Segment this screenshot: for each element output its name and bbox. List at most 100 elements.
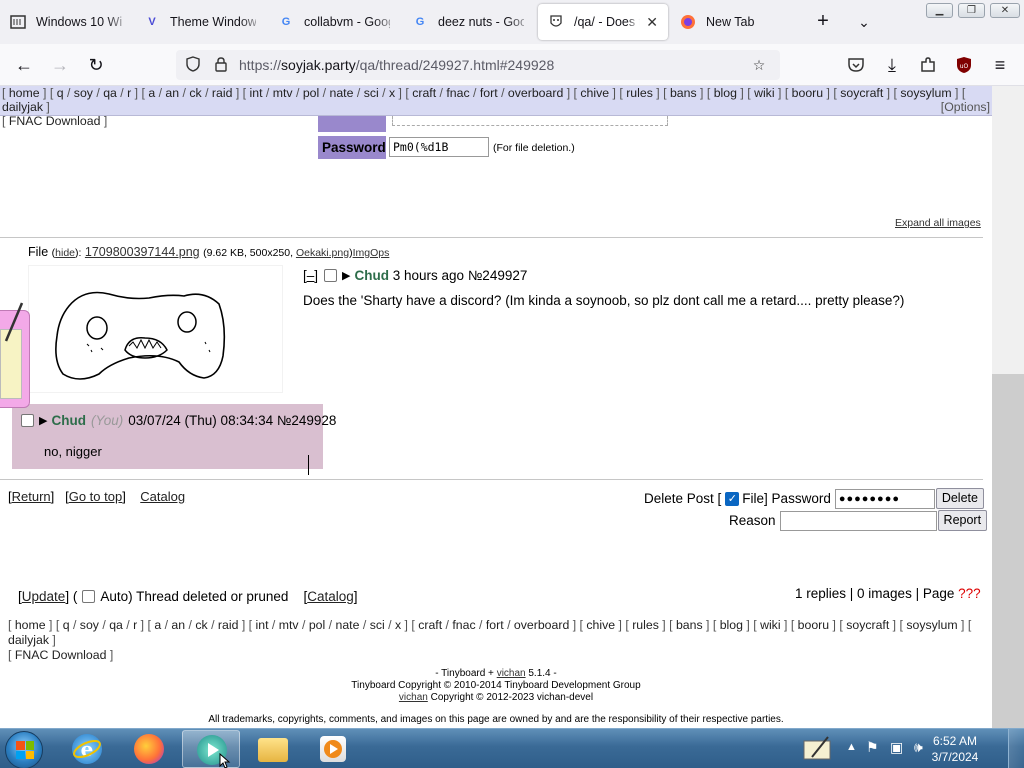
hamburger-menu-icon[interactable]: ≡	[987, 53, 1013, 77]
tab-windows10[interactable]: Windows 10 With	[0, 4, 132, 40]
nav-link-raid[interactable]: raid	[218, 618, 239, 632]
auto-update-checkbox[interactable]	[82, 590, 96, 603]
back-button[interactable]: ←	[11, 53, 37, 77]
nav-link-qa[interactable]: qa	[103, 86, 117, 100]
report-button[interactable]: Report	[937, 510, 988, 531]
nav-link-fnac[interactable]: fnac	[446, 86, 469, 100]
show-desktop-button[interactable]	[1008, 729, 1024, 768]
nav-link-booru[interactable]: booru	[798, 618, 829, 632]
nav-link-sci[interactable]: sci	[370, 618, 385, 632]
minimize-button[interactable]: ▁	[926, 3, 953, 18]
vichan-link[interactable]: vichan	[399, 692, 428, 703]
chevron-down-icon[interactable]: ⌄	[852, 10, 876, 34]
nav-link-fnac[interactable]: fnac	[452, 618, 475, 632]
op-delete-checkbox[interactable]	[324, 269, 338, 282]
update-link[interactable]: Update	[22, 589, 66, 604]
nav-link-q[interactable]: q	[63, 618, 70, 632]
shield-icon[interactable]	[184, 56, 202, 74]
nav-link-a[interactable]: a	[148, 86, 155, 100]
collapse-post-link[interactable]: [–]	[303, 268, 318, 283]
nav-link-pol[interactable]: pol	[303, 86, 319, 100]
nav-link-r[interactable]: r	[127, 86, 131, 100]
nav-link-int[interactable]: int	[256, 618, 269, 632]
nav-link-craft[interactable]: craft	[412, 86, 436, 100]
catalog-link-bottom[interactable]: Catalog	[307, 589, 354, 604]
volume-muted-icon[interactable]: 🕪	[914, 739, 923, 768]
nav-link-mtv[interactable]: mtv	[273, 86, 293, 100]
nav-link-an[interactable]: an	[165, 86, 179, 100]
nav-link-overboard[interactable]: overboard	[514, 618, 569, 632]
nav-link-soysylum[interactable]: soysylum	[906, 618, 957, 632]
nav-link-soy[interactable]: soy	[80, 618, 99, 632]
tab-deez-nuts[interactable]: G deez nuts - Goog	[402, 4, 534, 40]
nav-link-overboard[interactable]: overboard	[508, 86, 563, 100]
taskbar-file-explorer[interactable]	[244, 730, 302, 768]
system-clock[interactable]: 6:52 AM 3/7/2024	[926, 733, 984, 765]
reply-delete-checkbox[interactable]	[21, 414, 34, 427]
drawing-app-window-edge[interactable]	[0, 302, 30, 408]
taskbar-media-player[interactable]	[306, 730, 364, 768]
forward-button[interactable]: →	[47, 53, 73, 77]
downloads-icon[interactable]: ⤓	[879, 53, 905, 77]
tab-qa-active[interactable]: /qa/ - Does th ✕	[538, 4, 668, 40]
nav-link-soysylum[interactable]: soysylum	[900, 86, 951, 100]
nav-link-ck[interactable]: ck	[189, 86, 201, 100]
file-link[interactable]: 1709800397144.png	[85, 245, 200, 259]
nav-link-nate[interactable]: nate	[330, 86, 354, 100]
nav-link-dailyjak[interactable]: dailyjak	[8, 633, 49, 647]
nav-link-chive[interactable]: chive	[580, 86, 609, 100]
url-bar[interactable]: https://soyjak.party/qa/thread/249927.ht…	[176, 50, 780, 80]
action-center-flag-icon[interactable]: ⚑	[866, 739, 879, 768]
nav-link-qa[interactable]: qa	[109, 618, 123, 632]
taskbar-firefox[interactable]	[120, 730, 178, 768]
reason-field[interactable]	[779, 510, 937, 531]
nav-link-chive[interactable]: chive	[586, 618, 615, 632]
nav-link-x[interactable]: x	[389, 86, 395, 100]
extensions-icon[interactable]	[915, 53, 941, 77]
nav-link-fnac-download[interactable]: FNAC Download	[15, 648, 107, 662]
close-window-button[interactable]: ✕	[990, 3, 1020, 18]
nav-link-sci[interactable]: sci	[364, 86, 379, 100]
nav-link-soycraft[interactable]: soycraft	[846, 618, 889, 632]
post-menu-triangle-icon[interactable]: ▶	[39, 414, 47, 427]
page-scrollbar[interactable]	[992, 86, 1024, 728]
file-only-checkbox[interactable]: ✓	[725, 491, 740, 506]
catalog-link[interactable]: Catalog	[140, 489, 185, 504]
taskbar-internet-explorer[interactable]: e	[58, 730, 116, 768]
tab-theme-windows[interactable]: V Theme Windows	[134, 4, 266, 40]
password-field[interactable]: Pm0(%d1B	[389, 137, 489, 157]
nav-link-fort[interactable]: fort	[486, 618, 504, 632]
nav-link-pol[interactable]: pol	[309, 618, 325, 632]
oekaki-link[interactable]: Oekaki.png	[296, 247, 349, 259]
expand-all-images-link[interactable]: Expand all images	[895, 217, 981, 229]
op-post-number[interactable]: №249927	[468, 268, 528, 283]
tab-collabvm[interactable]: G collabvm - Goog	[268, 4, 400, 40]
nav-link-ck[interactable]: ck	[195, 618, 207, 632]
go-to-top-link[interactable]: Go to top	[69, 489, 122, 504]
nav-link-an[interactable]: an	[171, 618, 185, 632]
start-button[interactable]	[5, 731, 43, 768]
nav-link-dailyjak[interactable]: dailyjak	[2, 100, 43, 114]
op-image-thumbnail[interactable]	[28, 265, 283, 393]
nav-link-soycraft[interactable]: soycraft	[840, 86, 883, 100]
bookmark-star-icon[interactable]: ☆	[750, 56, 768, 74]
nav-link-craft[interactable]: craft	[418, 618, 442, 632]
restore-button[interactable]: ❐	[958, 3, 985, 18]
nav-link-r[interactable]: r	[133, 618, 137, 632]
pocket-icon[interactable]	[843, 53, 869, 77]
nav-link-home[interactable]: home	[9, 86, 40, 100]
reply-post-number[interactable]: №249928	[277, 413, 337, 428]
nav-link-q[interactable]: q	[57, 86, 64, 100]
nav-link-mtv[interactable]: mtv	[279, 618, 299, 632]
nav-link-blog[interactable]: blog	[720, 618, 743, 632]
pen-input-icon[interactable]	[802, 729, 834, 768]
nav-link-nate[interactable]: nate	[336, 618, 360, 632]
taskbar-collabvm-app[interactable]	[182, 730, 240, 768]
nav-link-raid[interactable]: raid	[212, 86, 233, 100]
nav-link-a[interactable]: a	[154, 618, 161, 632]
tab-new-tab[interactable]: New Tab	[670, 4, 800, 40]
vichan-link[interactable]: vichan	[497, 668, 526, 679]
nav-link-fnac-download[interactable]: FNAC Download	[9, 114, 101, 128]
new-tab-button[interactable]: +	[810, 10, 836, 34]
delete-button[interactable]: Delete	[935, 488, 984, 509]
